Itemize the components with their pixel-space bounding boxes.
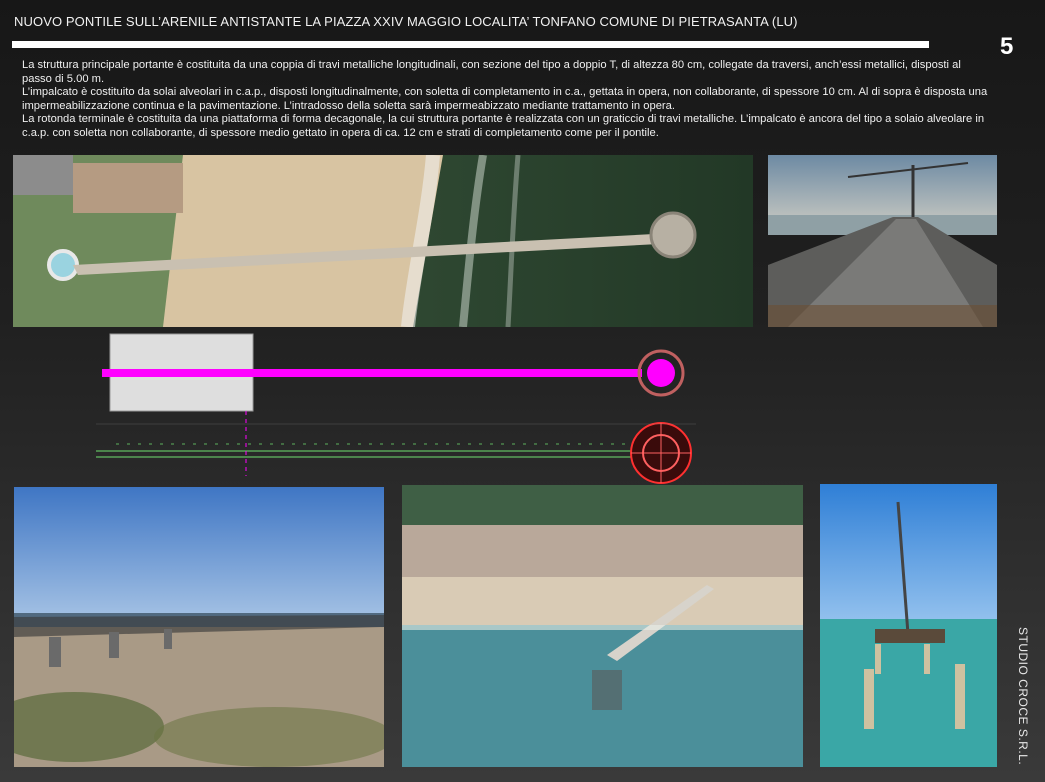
description-paragraph-rotunda: La rotonda terminale è costituita da una… xyxy=(22,113,985,139)
description-paragraph-structure: La struttura principale portante è costi… xyxy=(22,59,961,85)
description-paragraph-deck: L’impalcato è costituito da solai alveol… xyxy=(22,86,988,112)
studio-side-label: STUDIO CROCE S.R.L. xyxy=(1012,620,1034,772)
pier-cad-drawings xyxy=(96,331,696,486)
page-title: NUOVO PONTILE SULL’ARENILE ANTISTANTE LA… xyxy=(14,14,798,29)
page-number: 5 xyxy=(1000,33,1014,60)
aerial-town-pier-photo xyxy=(402,485,803,767)
title-underline xyxy=(12,41,929,48)
aerial-pier-photo xyxy=(13,155,753,327)
studio-label-text: STUDIO CROCE S.R.L. xyxy=(1016,626,1030,766)
deck-construction-photo xyxy=(768,155,997,327)
description-text: La struttura principale portante è costi… xyxy=(22,59,988,141)
beach-pier-photo xyxy=(14,487,384,767)
pile-construction-photo xyxy=(820,484,997,767)
